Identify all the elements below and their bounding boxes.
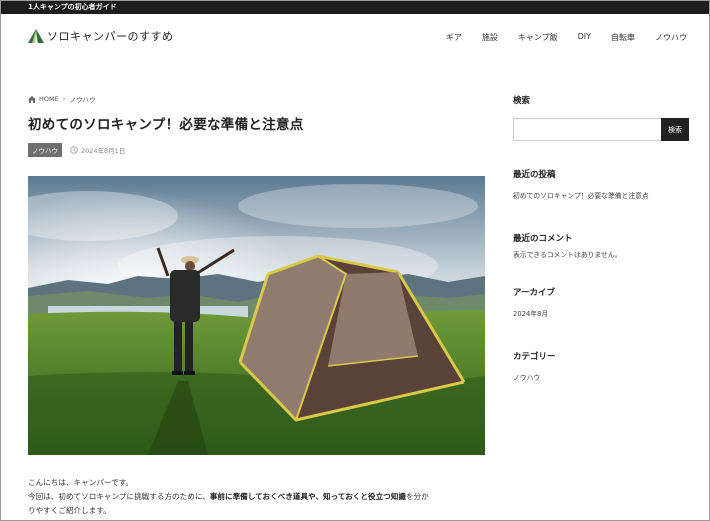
nav-item-diy[interactable]: DIY bbox=[578, 32, 591, 43]
widget-categories: カテゴリー ノウハウ bbox=[513, 350, 689, 382]
site-logo[interactable]: ソロキャンパーのすすめ bbox=[28, 28, 174, 44]
site-tagline: 1人キャンプの初心者ガイド bbox=[28, 3, 117, 11]
no-comments-text: 表示できるコメントはありません。 bbox=[513, 251, 622, 259]
main-nav: ギア 施設 キャンプ飯 DIY 自転車 ノウハウ bbox=[426, 32, 687, 43]
nav-item-knowhow[interactable]: ノウハウ bbox=[655, 32, 687, 43]
widget-title: 最近の投稿 bbox=[513, 170, 556, 180]
post-text-emphasis: 事前に準備しておくべき道具や、知っておくと役立つ知識 bbox=[209, 492, 406, 501]
post-title: 初めてのソロキャンプ！必要な準備と注意点 bbox=[28, 117, 304, 133]
widget-recent-posts: 最近の投稿 初めてのソロキャンプ！必要な準備と注意点 bbox=[513, 168, 689, 200]
sidebar: 検索 検索 最近の投稿 初めてのソロキャンプ！必要な準備と注意点 最近のコメント… bbox=[513, 94, 689, 382]
chevron-right-icon: › bbox=[62, 95, 66, 103]
category-link[interactable]: ノウハウ bbox=[513, 372, 689, 382]
nav-item-bicycle[interactable]: 自転車 bbox=[611, 32, 635, 43]
post-date-text: 2024年8月1日 bbox=[81, 147, 126, 155]
post-meta: ノウハウ 2024年8月1日 bbox=[28, 143, 485, 157]
breadcrumb-current[interactable]: ノウハウ bbox=[70, 94, 96, 104]
site-logo-text: ソロキャンパーのすすめ bbox=[47, 30, 174, 43]
post-text-segment: を分か bbox=[405, 492, 429, 501]
category-badge[interactable]: ノウハウ bbox=[28, 143, 62, 157]
widget-title: アーカイブ bbox=[513, 288, 555, 298]
hero-image bbox=[28, 176, 485, 455]
widget-search: 検索 検索 bbox=[513, 94, 689, 141]
widget-recent-comments: 最近のコメント 表示できるコメントはありません。 bbox=[513, 232, 689, 259]
top-bar: 1人キャンプの初心者ガイド bbox=[1, 1, 709, 14]
widget-title: 最近のコメント bbox=[513, 234, 573, 244]
tent-logo-icon bbox=[28, 29, 44, 43]
breadcrumb-home[interactable]: HOME bbox=[39, 95, 59, 103]
post-paragraph-1: こんにちは、キャンパーです。 bbox=[28, 478, 134, 487]
archive-link[interactable]: 2024年8月 bbox=[513, 308, 689, 318]
nav-item-facilities[interactable]: 施設 bbox=[482, 32, 498, 43]
post-paragraph-2: 今回は、初めてソロキャンプに挑戦する方のために、事前に準備しておくべき道具や、知… bbox=[28, 490, 485, 504]
nav-item-camp-food[interactable]: キャンプ飯 bbox=[518, 32, 558, 43]
widget-archives: アーカイブ 2024年8月 bbox=[513, 286, 689, 318]
site-header: ソロキャンパーのすすめ ギア 施設 キャンプ飯 DIY 自転車 ノウハウ bbox=[1, 14, 709, 60]
search-input[interactable] bbox=[513, 118, 661, 141]
post-date: 2024年8月1日 bbox=[70, 145, 125, 155]
post-body: こんにちは、キャンパーです。 今回は、初めてソロキャンプに挑戦する方のために、事… bbox=[28, 476, 485, 518]
nav-item-gear[interactable]: ギア bbox=[446, 32, 462, 43]
widget-title: 検索 bbox=[513, 96, 531, 106]
search-form: 検索 bbox=[513, 118, 689, 141]
main-content: HOME › ノウハウ 初めてのソロキャンプ！必要な準備と注意点 ノウハウ 20… bbox=[28, 94, 485, 518]
post-text-segment: 今回は、初めてソロキャンプに挑戦する方のために、 bbox=[28, 492, 210, 501]
widget-title: カテゴリー bbox=[513, 352, 556, 362]
breadcrumb: HOME › ノウハウ bbox=[28, 94, 485, 104]
post-paragraph-3: りやすくご紹介します。 bbox=[28, 506, 111, 515]
clock-icon bbox=[70, 146, 81, 154]
search-button[interactable]: 検索 bbox=[661, 118, 689, 141]
home-icon[interactable] bbox=[28, 95, 36, 103]
recent-post-link[interactable]: 初めてのソロキャンプ！必要な準備と注意点 bbox=[513, 190, 689, 200]
page-frame: 1人キャンプの初心者ガイド ソロキャンパーのすすめ ギア 施設 キャンプ飯 DI… bbox=[0, 0, 710, 521]
